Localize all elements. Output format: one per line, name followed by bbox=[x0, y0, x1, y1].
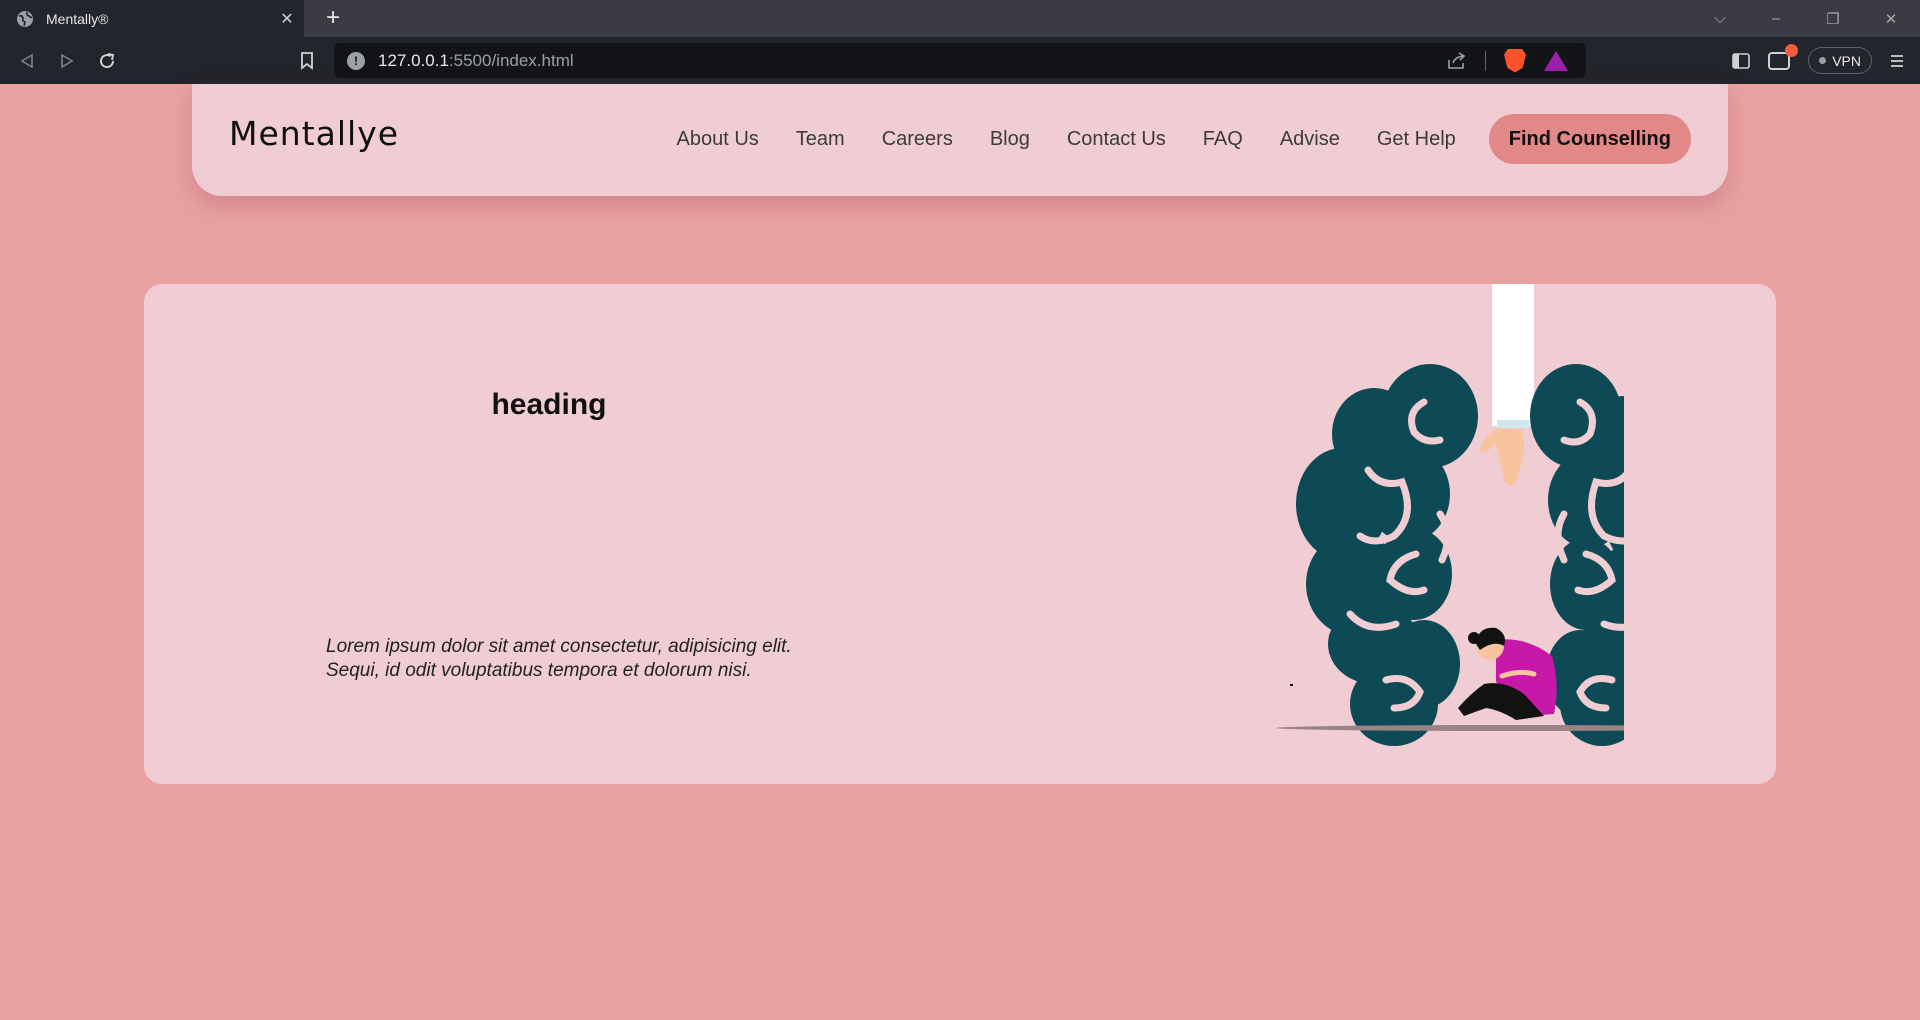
forward-icon bbox=[61, 53, 74, 68]
address-bar[interactable]: ! 127.0.0.1:5500/index.html bbox=[334, 43, 1586, 78]
stray-dot bbox=[1290, 684, 1293, 686]
brain-hands-illustration bbox=[1276, 284, 1624, 746]
bookmark-button[interactable] bbox=[290, 37, 324, 84]
nav-link-team[interactable]: Team bbox=[796, 114, 845, 164]
nav-link-contact-us[interactable]: Contact Us bbox=[1067, 114, 1166, 164]
nav-link-faq[interactable]: FAQ bbox=[1203, 114, 1243, 164]
new-tab-button[interactable]: + bbox=[320, 5, 346, 31]
vpn-label: VPN bbox=[1832, 52, 1861, 69]
vpn-status-dot bbox=[1819, 57, 1827, 64]
brave-shields-icon[interactable] bbox=[1504, 48, 1526, 73]
tab-title: Mentally® bbox=[46, 10, 109, 27]
nav-link-about-us[interactable]: About Us bbox=[677, 114, 759, 164]
restore-button[interactable]: ❐ bbox=[1806, 0, 1860, 37]
cuff-shape bbox=[1497, 420, 1529, 428]
browser-tab[interactable]: Mentally® ✕ bbox=[0, 0, 304, 37]
wallet-icon[interactable] bbox=[1768, 43, 1799, 70]
reload-icon bbox=[100, 52, 115, 68]
ground-shadow bbox=[1276, 725, 1624, 731]
minimize-button[interactable]: – bbox=[1749, 0, 1803, 37]
vpn-button[interactable]: VPN bbox=[1808, 47, 1872, 74]
toolbar-right: VPN bbox=[1732, 37, 1920, 84]
find-counselling-button[interactable]: Find Counselling bbox=[1488, 114, 1691, 164]
browser-tab-bar: Mentally® ✕ + ⌵ – ❐ ✕ bbox=[0, 0, 1920, 37]
hero-heading: heading bbox=[491, 388, 607, 421]
omnibox-separator bbox=[1485, 50, 1486, 71]
nav-link-get-help[interactable]: Get Help bbox=[1377, 114, 1456, 164]
menu-icon[interactable] bbox=[1890, 54, 1904, 68]
sitting-figure bbox=[1458, 627, 1557, 720]
left-brain-shape bbox=[1296, 364, 1478, 746]
hand-shape bbox=[1479, 428, 1524, 486]
sidebar-icon[interactable] bbox=[1732, 52, 1751, 69]
url-host: 127.0.0.1 bbox=[378, 50, 449, 70]
site-logo[interactable]: Mentallye bbox=[229, 114, 399, 153]
bookmark-icon bbox=[301, 51, 313, 70]
notification-dot bbox=[1785, 43, 1799, 57]
browser-toolbar: ! 127.0.0.1:5500/index.html VPN bbox=[0, 37, 1920, 84]
share-icon[interactable] bbox=[1447, 51, 1467, 70]
url-path: :5500/index.html bbox=[448, 50, 574, 70]
back-button[interactable] bbox=[10, 37, 44, 84]
nav-links: About Us Team Careers Blog Contact Us FA… bbox=[640, 114, 1691, 164]
nav-link-advise[interactable]: Advise bbox=[1280, 114, 1340, 164]
tab-close-icon[interactable]: ✕ bbox=[270, 9, 304, 29]
nav-link-careers[interactable]: Careers bbox=[882, 114, 953, 164]
back-icon bbox=[20, 53, 33, 68]
forward-button[interactable] bbox=[50, 37, 84, 84]
site-navbar: Mentallye About Us Team Careers Blog Con… bbox=[192, 84, 1728, 196]
close-window-button[interactable]: ✕ bbox=[1864, 0, 1918, 37]
site-info-icon[interactable]: ! bbox=[347, 51, 365, 70]
reload-button[interactable] bbox=[90, 37, 124, 84]
globe-icon bbox=[17, 10, 33, 27]
nav-link-blog[interactable]: Blog bbox=[990, 114, 1030, 164]
hero-card: heading Lorem ipsum dolor sit amet conse… bbox=[144, 284, 1776, 784]
sleeve-shape bbox=[1492, 284, 1534, 426]
hero-text: Lorem ipsum dolor sit amet consectetur, … bbox=[326, 636, 792, 681]
brave-rewards-icon[interactable] bbox=[1544, 50, 1568, 71]
tab-search-icon[interactable]: ⌵ bbox=[1693, 0, 1747, 37]
